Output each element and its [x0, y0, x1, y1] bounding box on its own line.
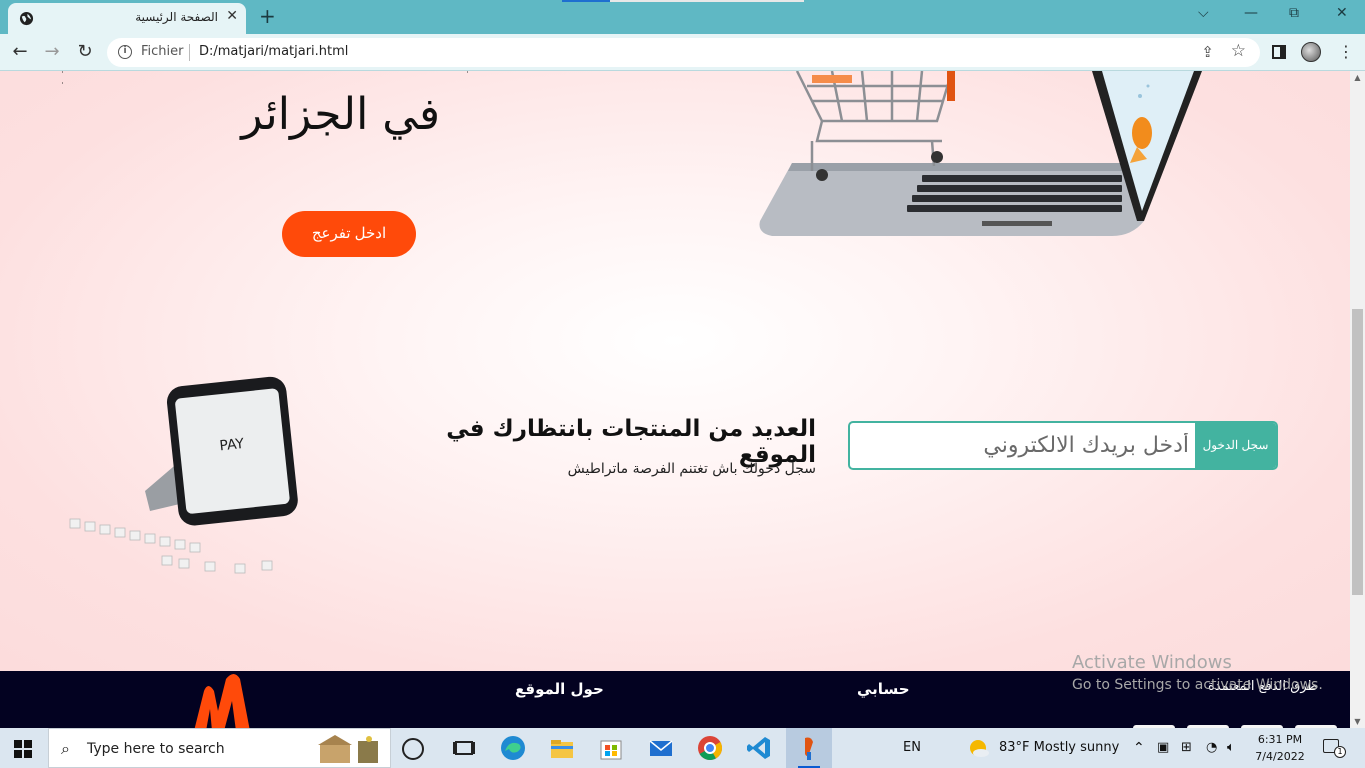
new-tab-button[interactable]: +: [259, 4, 276, 28]
input-language[interactable]: EN: [903, 740, 921, 755]
cortana-icon[interactable]: [402, 738, 424, 760]
chevron-up-icon[interactable]: ⌃: [1133, 740, 1145, 756]
close-window-button[interactable]: ✕: [1336, 5, 1348, 21]
scroll-up-icon[interactable]: ▲: [1350, 73, 1365, 82]
search-highlight-illustration: [318, 735, 378, 763]
wifi-icon[interactable]: ◔: [1206, 740, 1217, 755]
windows-start-icon[interactable]: [14, 740, 32, 758]
side-panel-icon[interactable]: [1272, 45, 1286, 59]
active-app-slot[interactable]: [786, 728, 832, 768]
globe-icon: [19, 11, 34, 26]
mail-icon[interactable]: [647, 734, 675, 762]
notification-center-icon[interactable]: 1: [1323, 739, 1346, 758]
weather-status[interactable]: 83°F Mostly sunny: [999, 740, 1119, 755]
url-text[interactable]: D:/matjari/matjari.html: [199, 44, 348, 59]
scheme-label: Fichier: [141, 44, 184, 59]
tabstrip-highlight-light: [610, 0, 804, 2]
brand-logo: [194, 674, 250, 728]
browser-menu-icon[interactable]: ⋮: [1338, 42, 1354, 61]
promo-subtitle: سجل دخولك باش تغتنم الفرصة ماتراطيش: [567, 461, 816, 477]
vscode-icon[interactable]: [745, 734, 773, 762]
minimize-button[interactable]: —: [1244, 5, 1258, 21]
pay-phone-illustration: PAY: [69, 376, 298, 574]
browser-tab[interactable]: الصفحة الرئيسية ✕: [8, 3, 246, 34]
weather-sun-icon[interactable]: [966, 736, 990, 760]
paint-app-icon: [805, 737, 813, 760]
scroll-thumb[interactable]: [1352, 309, 1363, 595]
meet-now-icon[interactable]: ▣: [1157, 740, 1169, 755]
profile-avatar[interactable]: [1301, 42, 1321, 62]
microsoft-store-icon[interactable]: [597, 734, 625, 762]
address-separator: [189, 44, 190, 61]
page-scrollbar[interactable]: ▲ ▼: [1350, 71, 1365, 728]
restore-button[interactable]: ⧉: [1289, 5, 1299, 21]
footer-about-link[interactable]: حول الموقع: [515, 680, 604, 698]
footer-account-link[interactable]: حسابي: [857, 680, 910, 698]
scroll-down-icon[interactable]: ▼: [1350, 717, 1365, 726]
browser-toolbar: ← → ↻ i Fichier D:/matjari/matjari.html …: [0, 34, 1365, 71]
activate-windows-title: Activate Windows: [1072, 652, 1232, 673]
share-icon[interactable]: ⇪: [1201, 43, 1214, 61]
back-button[interactable]: ←: [8, 40, 32, 64]
system-clock[interactable]: 6:31 PM 7/4/2022: [1255, 731, 1305, 765]
taskbar-search-box[interactable]: ⌕ Type here to search: [48, 728, 391, 768]
taskbar-search-placeholder: Type here to search: [87, 741, 225, 757]
activate-windows-subtitle: Go to Settings to activate Windows.: [1072, 677, 1323, 693]
browser-tab-bar: الصفحة الرئيسية ✕ + ⌵ — ⧉ ✕: [0, 0, 1365, 34]
clock-date: 7/4/2022: [1255, 750, 1305, 763]
hero-title: في الجزائر: [241, 89, 440, 140]
file-explorer-icon[interactable]: [548, 734, 576, 762]
laptop-cart-illustration: [759, 71, 1202, 236]
tab-close-icon[interactable]: ✕: [226, 8, 238, 24]
tab-title: الصفحة الرئيسية: [135, 10, 218, 24]
info-icon[interactable]: i: [118, 45, 132, 59]
task-view-icon[interactable]: [450, 734, 478, 762]
page-viewport: ˙˙ ˙ في الجزائر ادخل تفرعج PAY العديد من…: [0, 71, 1350, 671]
signup-button[interactable]: سجل الدخول: [1195, 423, 1276, 468]
address-bar[interactable]: i Fichier D:/matjari/matjari.html ⇪ ☆: [107, 38, 1260, 67]
search-icon: ⌕: [61, 739, 70, 758]
windows-taskbar: ⌕ Type here to search EN 83°F Mostly sun…: [0, 728, 1365, 768]
chrome-icon[interactable]: [696, 734, 724, 762]
notification-count-badge: 1: [1334, 746, 1346, 758]
network-icon[interactable]: ⊞: [1181, 740, 1192, 755]
pay-screen-text: PAY: [219, 436, 246, 455]
reload-button[interactable]: ↻: [73, 40, 97, 64]
edge-browser-icon[interactable]: [499, 734, 527, 762]
bookmark-star-icon[interactable]: ☆: [1231, 41, 1246, 61]
tab-search-icon[interactable]: ⌵: [1198, 5, 1209, 21]
email-input[interactable]: [850, 423, 1195, 468]
forward-button[interactable]: →: [40, 40, 64, 64]
volume-icon[interactable]: 🔈︎: [1227, 740, 1235, 755]
enter-browse-button[interactable]: ادخل تفرعج: [282, 211, 416, 257]
clock-time: 6:31 PM: [1257, 733, 1303, 746]
tabstrip-highlight: [562, 0, 610, 2]
email-signup-form: سجل الدخول: [848, 421, 1278, 470]
